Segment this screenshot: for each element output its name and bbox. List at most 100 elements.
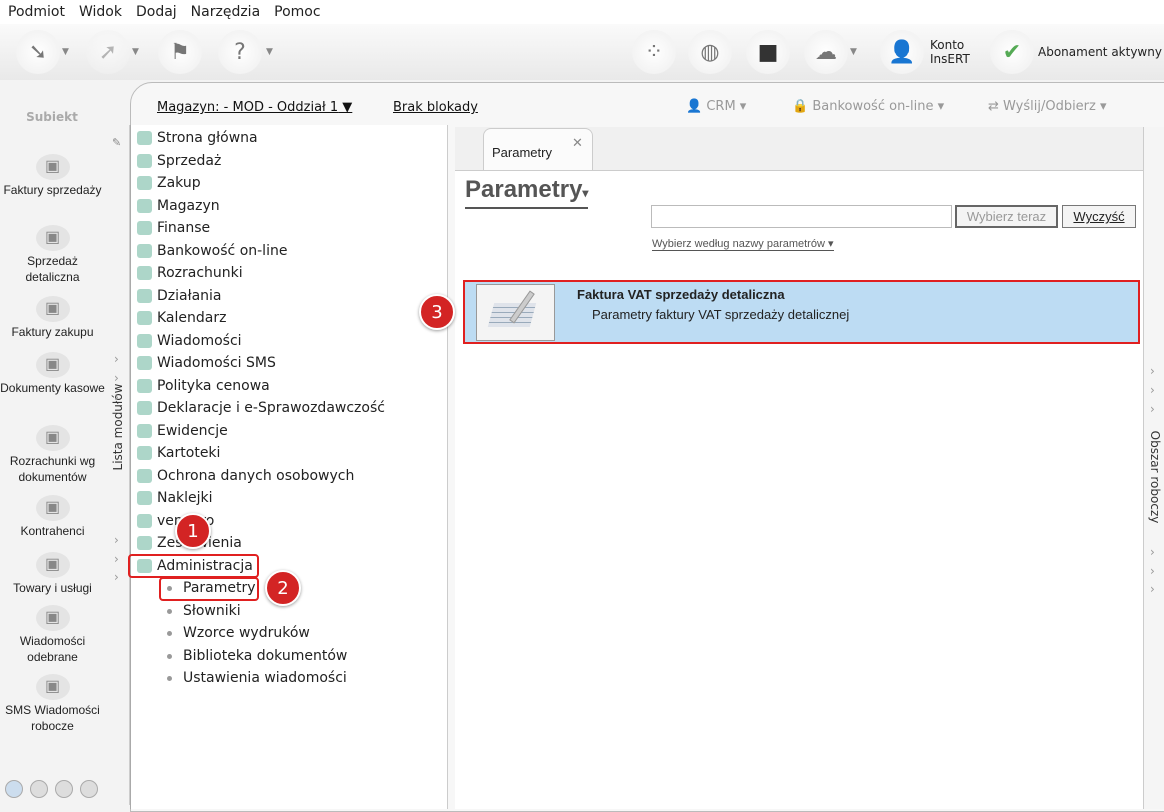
- shield-check-icon[interactable]: ✔: [990, 30, 1034, 74]
- chevron-right-icon[interactable]: ›: [1150, 383, 1155, 397]
- chevron-right-icon[interactable]: ›: [1150, 364, 1155, 378]
- box-icon[interactable]: ■: [746, 30, 790, 74]
- module-item[interactable]: Finanse: [157, 219, 210, 237]
- module-icon: [137, 446, 152, 460]
- bullet-icon: [167, 608, 172, 614]
- sidebar-item-label: Sprzedaż detaliczna: [25, 254, 80, 284]
- module-item[interactable]: Strona główna: [157, 129, 258, 147]
- cloud-db-icon[interactable]: ☁: [804, 30, 848, 74]
- sidebar-item[interactable]: ▣ Kontrahenci: [0, 495, 105, 539]
- chevron-right-icon[interactable]: ›: [114, 371, 119, 385]
- globe-icon[interactable]: ◍: [688, 30, 732, 74]
- step-badge-1: 1: [175, 513, 211, 549]
- module-icon: [137, 333, 152, 348]
- subiekt-logo: Subiekt: [26, 110, 78, 124]
- menu-1[interactable]: Widok: [79, 4, 122, 20]
- submodule-item[interactable]: Ustawienia wiadomości: [183, 669, 347, 687]
- filter-dropdown[interactable]: Wybierz według nazwy parametrów ▾: [652, 237, 834, 251]
- sidebar-item-label: Faktury sprzedaży: [3, 183, 102, 197]
- purchase-invoices-icon: ▣: [35, 296, 70, 322]
- settlements-icon: ▣: [35, 425, 70, 451]
- choose-now-button[interactable]: Wybierz teraz: [955, 205, 1058, 228]
- chevron-right-icon[interactable]: ›: [1150, 564, 1155, 578]
- close-icon[interactable]: ✕: [572, 135, 583, 151]
- chevron-right-icon[interactable]: ›: [114, 390, 119, 404]
- basket-icon[interactable]: [55, 780, 73, 798]
- retail-basket-icon: ▣: [35, 225, 70, 251]
- module-icon: [137, 401, 152, 415]
- chevron-right-icon[interactable]: ›: [114, 533, 119, 547]
- loading-icon[interactable]: ⁘: [632, 30, 676, 74]
- db-icon[interactable]: [30, 780, 48, 798]
- menu-0[interactable]: Podmiot: [8, 4, 65, 20]
- toolbar: ➘ ▼ ➚ ▼ ⚑ ? ▼ ⁘ ◍ ■ ☁ ▼ 👤 Konto InsERT ✔ Abon…: [0, 24, 1164, 80]
- crm-button[interactable]: 👤 CRM ▾: [686, 99, 746, 114]
- module-item[interactable]: Ochrona danych osobowych: [157, 467, 354, 485]
- result-description: Parametry faktury VAT sprzedaży detalicz…: [592, 307, 850, 322]
- bullet-icon: [167, 631, 172, 636]
- module-icon: [137, 243, 152, 258]
- bullet-icon: [167, 676, 172, 681]
- sidebar-item[interactable]: ▣ Dokumenty kasowe: [0, 352, 105, 396]
- sidebar-item[interactable]: ▣ Faktury zakupu: [0, 296, 105, 340]
- menu-bar: Podmiot Widok Dodaj Narzędzia Pomoc: [0, 0, 1164, 24]
- chevron-right-icon[interactable]: ›: [114, 352, 119, 366]
- chevron-right-icon[interactable]: ›: [1150, 545, 1155, 559]
- page-title[interactable]: Parametry▾: [465, 176, 589, 209]
- module-item[interactable]: Bankowość on-line: [157, 242, 287, 260]
- pin-icon[interactable]: ✎: [112, 136, 121, 149]
- menu-3[interactable]: Narzędzia: [191, 4, 260, 20]
- banking-button[interactable]: 🔒 Bankowość on-line ▾: [792, 99, 944, 114]
- module-item[interactable]: Działania: [157, 287, 222, 305]
- sidebar-item[interactable]: ▣ Faktury sprzedaży: [0, 154, 105, 198]
- forward-arrow-icon[interactable]: ➚: [86, 30, 130, 74]
- sidebar-item[interactable]: ▣ Towary i usługi: [0, 552, 105, 596]
- sidebar-item[interactable]: ▣ Rozrachunki wg dokumentów: [0, 425, 105, 485]
- insert-account-icon[interactable]: 👤: [880, 30, 924, 74]
- submodule-item[interactable]: Słowniki: [183, 602, 241, 620]
- sidebar-item[interactable]: ▣ Sprzedaż detaliczna: [0, 225, 105, 285]
- chevron-right-icon[interactable]: ›: [114, 570, 119, 584]
- cash-documents-icon: ▣: [35, 352, 70, 378]
- send-receive-button[interactable]: ⇄ Wyślij/Odbierz ▾: [988, 99, 1107, 114]
- module-icon: [137, 356, 152, 370]
- module-item[interactable]: Zakup: [157, 174, 201, 192]
- help-icon[interactable]: ?: [218, 30, 262, 74]
- module-item[interactable]: Ewidencje: [157, 422, 228, 440]
- lock-status-link[interactable]: Brak blokady: [393, 100, 478, 115]
- account-label[interactable]: Konto InsERT: [930, 38, 970, 66]
- workspace-label[interactable]: Obszar roboczy: [1148, 412, 1162, 542]
- sidebar-item-label: Wiadomości odebrane: [19, 634, 86, 664]
- module-item[interactable]: Deklaracje i e-Sprawozdawczość: [157, 399, 385, 417]
- view-circle-icon[interactable]: [5, 780, 23, 798]
- sidebar: Subiekt ▣ Faktury sprzedaży ▣ Sprzedaż deta…: [0, 82, 105, 809]
- menu-4[interactable]: Pomoc: [274, 4, 320, 20]
- submodule-item[interactable]: Wzorce wydruków: [183, 624, 310, 642]
- module-item[interactable]: Kartoteki: [157, 444, 220, 462]
- chevron-right-icon[interactable]: ›: [1150, 582, 1155, 596]
- sidebar-item[interactable]: ▣ SMS Wiadomości robocze: [0, 674, 105, 734]
- module-item[interactable]: Wiadomości SMS: [157, 354, 276, 372]
- submodule-item[interactable]: Biblioteka dokumentów: [183, 647, 347, 665]
- cabinet-icon[interactable]: [80, 780, 98, 798]
- module-item[interactable]: Rozrachunki: [157, 264, 243, 282]
- subscription-status[interactable]: Abonament aktywny: [1038, 45, 1162, 59]
- menu-2[interactable]: Dodaj: [136, 4, 177, 20]
- module-item[interactable]: Sprzedaż: [157, 152, 221, 170]
- tab-parametry[interactable]: Parametry ✕: [483, 128, 593, 171]
- chevron-right-icon[interactable]: ›: [114, 552, 119, 566]
- module-item[interactable]: Polityka cenowa: [157, 377, 270, 395]
- module-item[interactable]: Naklejki: [157, 489, 213, 507]
- search-input[interactable]: [651, 205, 952, 228]
- back-arrow-icon[interactable]: ➘: [16, 30, 60, 74]
- module-item[interactable]: Magazyn: [157, 197, 220, 215]
- invoices-icon: ▣: [35, 154, 70, 180]
- clear-button[interactable]: Wyczyść: [1062, 205, 1136, 228]
- module-item[interactable]: Wiadomości: [157, 332, 242, 350]
- chevron-right-icon[interactable]: ›: [1150, 402, 1155, 416]
- module-item[interactable]: Kalendarz: [157, 309, 226, 327]
- result-title: Faktura VAT sprzedaży detaliczna: [577, 287, 785, 302]
- flag-icon[interactable]: ⚑: [158, 30, 202, 74]
- sidebar-item[interactable]: ▣ Wiadomości odebrane: [0, 605, 105, 665]
- warehouse-selector[interactable]: Magazyn: - MOD - Oddział 1 ▼: [157, 100, 352, 115]
